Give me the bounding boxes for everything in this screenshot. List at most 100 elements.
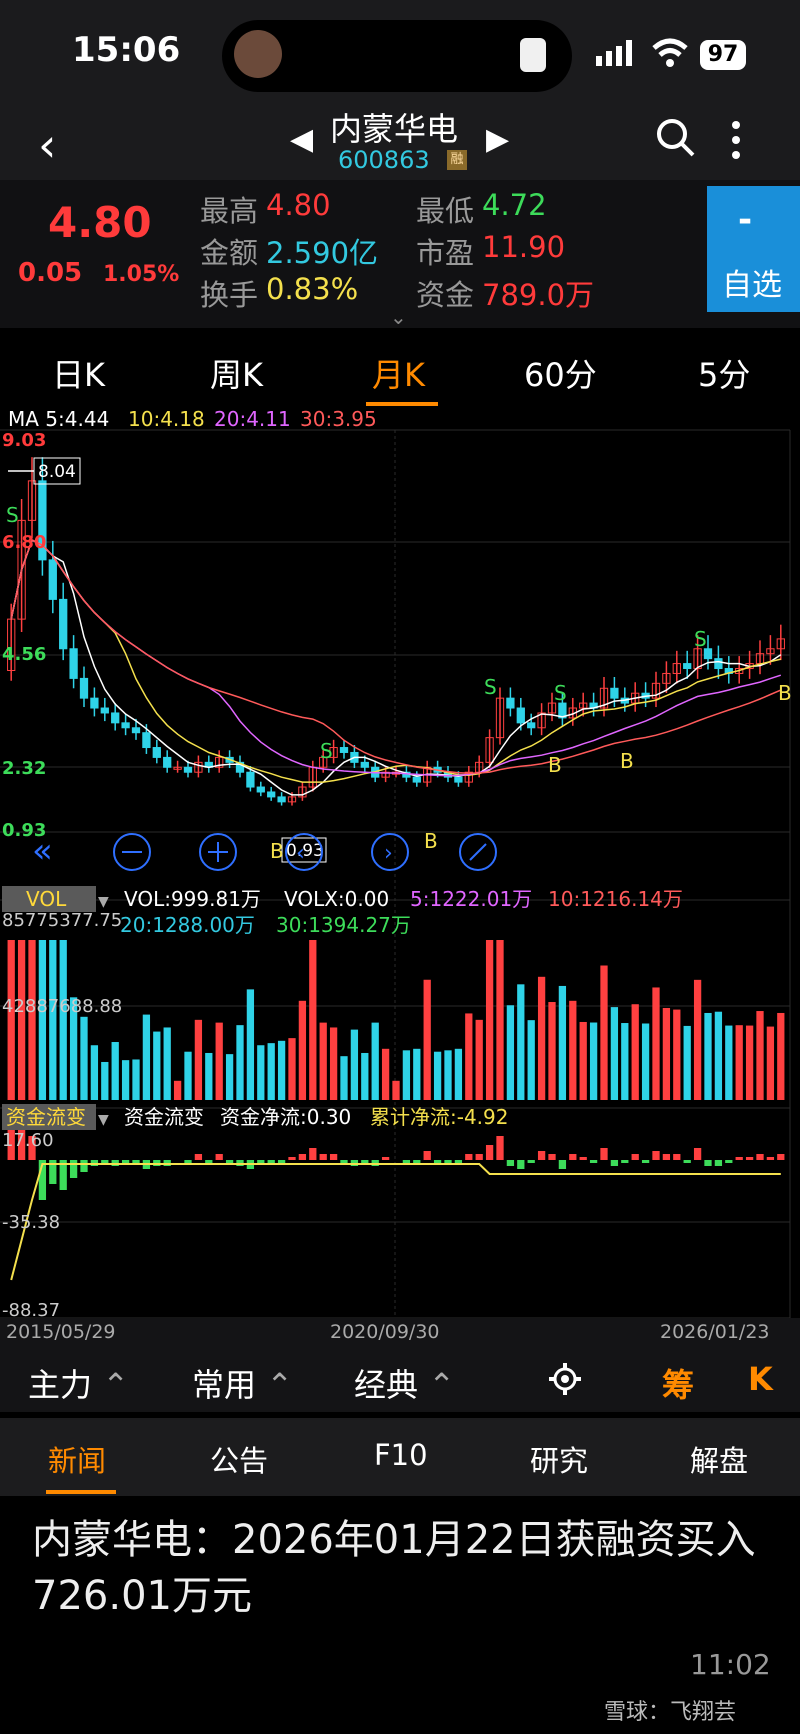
flow-bar: [288, 1157, 296, 1160]
amount-value: 2.590亿: [266, 236, 379, 270]
volume-bar: [298, 1000, 307, 1100]
vol-value: VOL:999.81万: [124, 887, 261, 911]
settings-gear-icon[interactable]: [548, 1362, 582, 1396]
kline-chart[interactable]: MA 5:4.44 10:4.18 20:4.11 30:3.95 9.03 6…: [0, 406, 800, 1344]
main-label: 主力: [28, 1366, 93, 1404]
flow-bar: [745, 1157, 754, 1160]
back-button[interactable]: ‹: [38, 118, 56, 172]
volume-bar: [246, 989, 255, 1100]
tab-f10[interactable]: F10: [374, 1438, 428, 1472]
tab-week-k[interactable]: 周K: [210, 350, 263, 396]
prev-stock-arrow-icon[interactable]: ◀: [290, 122, 313, 157]
candle: [527, 722, 536, 729]
candle: [59, 598, 68, 650]
next-stock-arrow-icon[interactable]: ▶: [486, 122, 509, 157]
candle: [412, 776, 421, 783]
volume-bar: [111, 1042, 119, 1100]
expand-chevron-icon[interactable]: ⌄: [390, 305, 407, 329]
volume-bar: [392, 1080, 400, 1100]
flow-bar: [381, 1157, 390, 1160]
svg-text:‹: ‹: [296, 841, 305, 866]
more-menu-icon[interactable]: [730, 120, 742, 160]
k-button[interactable]: K: [748, 1360, 773, 1398]
pe-label: 市盈: [416, 236, 475, 270]
volume-bar: [745, 1025, 754, 1100]
volume-bar: [257, 1045, 265, 1100]
flow-bar: [309, 1148, 317, 1160]
common-indicator-button[interactable]: 常用 ⌃: [192, 1360, 293, 1406]
flow-bar: [693, 1148, 702, 1160]
flow-bar: [80, 1160, 88, 1172]
flow-bar: [298, 1154, 307, 1160]
volume-bar: [558, 985, 567, 1100]
flow-name: 资金流变: [124, 1105, 204, 1129]
candle: [256, 786, 265, 793]
flow-bar: [527, 1160, 535, 1163]
volume-bar: [714, 1011, 723, 1100]
flow-bar: [600, 1148, 608, 1160]
flow-bar: [215, 1154, 223, 1160]
flow-bar: [714, 1160, 723, 1166]
volume-bar: [433, 1051, 442, 1100]
volume-bar: [173, 1080, 182, 1100]
classic-label: 经典: [354, 1366, 419, 1404]
candle: [90, 697, 99, 709]
flow-bar: [361, 1160, 369, 1163]
flow-axis-bottom: -88.37: [2, 1300, 60, 1321]
tab-research[interactable]: 研究: [530, 1438, 588, 1480]
search-icon[interactable]: [656, 118, 696, 158]
flow-bar: [766, 1157, 775, 1160]
volume-bar: [621, 1023, 629, 1100]
classic-indicator-button[interactable]: 经典 ⌃: [354, 1360, 455, 1406]
tab-60min[interactable]: 60分: [524, 350, 597, 396]
vol-axis-top: 85775377.75: [2, 910, 122, 931]
flow-bar: [225, 1160, 234, 1163]
flow-bar: [558, 1160, 567, 1169]
sell-signal: S: [554, 681, 567, 705]
tab-analysis[interactable]: 解盘: [690, 1438, 748, 1480]
main-indicator-button[interactable]: 主力 ⌃: [28, 1360, 129, 1406]
volume-bar: [475, 1019, 483, 1100]
flow-bar: [205, 1160, 213, 1163]
speaker-icon: [520, 38, 546, 72]
volume-bar: [101, 1061, 109, 1100]
tab-month-k[interactable]: 月K: [372, 350, 425, 396]
flow-bar: [454, 1160, 463, 1163]
active-info-tab-underline: [46, 1490, 116, 1494]
flow-bar: [537, 1151, 546, 1160]
vol-axis-mid: 42887688.88: [2, 996, 122, 1017]
buy-signal: B: [270, 839, 284, 863]
volume-bar: [610, 1007, 619, 1100]
flow-bar: [101, 1160, 109, 1163]
volume-bar: [600, 965, 608, 1100]
volume-bar: [288, 1038, 296, 1100]
scroll-left-button[interactable]: «: [32, 831, 53, 871]
volume-bar: [361, 1052, 369, 1100]
tab-news[interactable]: 新闻: [48, 1438, 106, 1480]
flow-bar: [444, 1160, 452, 1163]
flow-bar: [423, 1151, 431, 1160]
tab-notice[interactable]: 公告: [210, 1438, 268, 1480]
candle: [121, 722, 130, 729]
volume-bar: [569, 1000, 577, 1100]
svg-text:«: «: [32, 831, 53, 871]
flow-bar: [184, 1160, 192, 1163]
battery-indicator: 97: [700, 40, 746, 70]
chip-button[interactable]: 筹: [662, 1360, 694, 1406]
flow-bar: [579, 1157, 587, 1160]
volume-bar: [652, 987, 660, 1100]
flow-bar: [340, 1160, 348, 1163]
flow-bar: [683, 1160, 691, 1163]
flow-bar: [589, 1160, 598, 1163]
volume-bar: [17, 940, 26, 1100]
news-headline[interactable]: 内蒙华电：2026年01月22日获融资买入726.01万元: [32, 1512, 772, 1624]
volume-bar: [153, 1031, 161, 1100]
volume-bar: [59, 940, 67, 1100]
volume-bar: [589, 1022, 598, 1100]
tab-5min[interactable]: 5分: [698, 350, 750, 396]
volume-bar: [423, 979, 431, 1100]
flow-bar: [277, 1160, 286, 1163]
tab-day-k[interactable]: 日K: [52, 350, 105, 396]
volume-bar: [319, 1022, 327, 1100]
flow-bar: [725, 1160, 733, 1163]
